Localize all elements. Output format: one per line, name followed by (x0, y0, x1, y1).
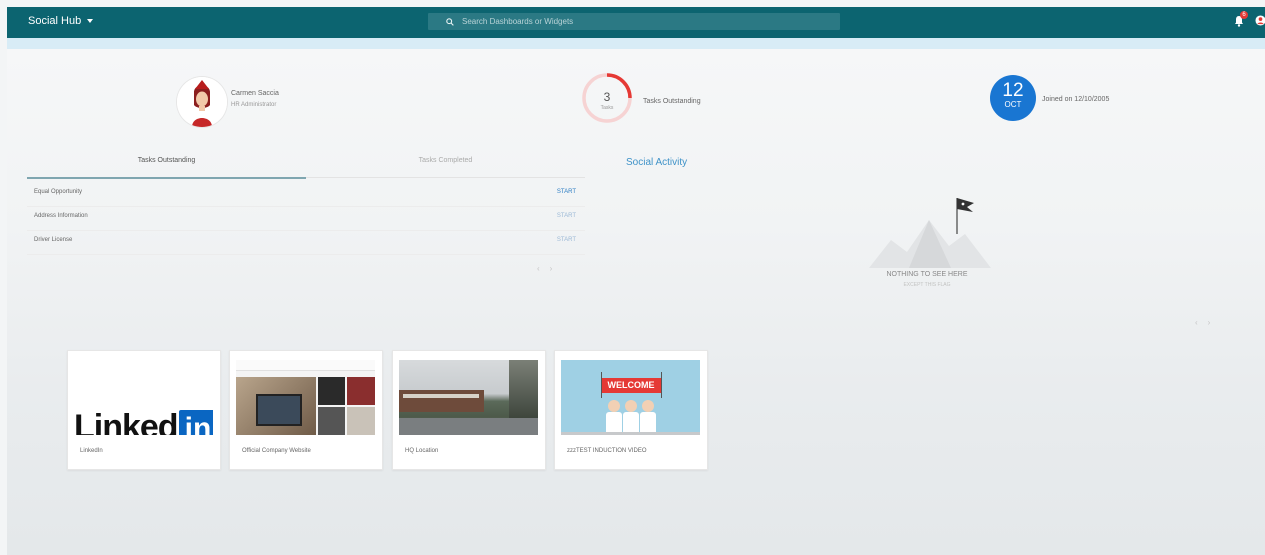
tasks-outstanding-label: Tasks Outstanding (643, 98, 701, 105)
hq-location-card[interactable]: HQ Location (392, 350, 546, 470)
app-title: Social Hub (28, 15, 82, 27)
task-name: Driver License (34, 237, 73, 243)
app-switcher[interactable]: Social Hub (28, 15, 94, 27)
linkedin-card[interactable]: Linked in LinkedIn (67, 350, 221, 470)
profile-role: HR Administrator (231, 102, 277, 108)
search-input[interactable] (460, 16, 824, 27)
user-menu-icon[interactable] (1255, 15, 1265, 26)
profile-name: Carmen Saccia (231, 90, 279, 97)
linkedin-logo-text: Linked (74, 408, 179, 435)
flag-mountain-illustration (869, 198, 991, 268)
empty-state-subtitle: EXCEPT THIS FLAG (903, 282, 951, 288)
website-thumbnail (236, 360, 375, 435)
social-pager: ‹› (1195, 318, 1220, 327)
card-label: LinkedIn (80, 448, 103, 454)
chevron-left-icon[interactable]: ‹ (1195, 318, 1208, 327)
task-pager: ‹› (537, 264, 562, 273)
induction-thumbnail: WELCOME (561, 360, 700, 435)
tab-tasks-completed[interactable]: Tasks Completed (306, 157, 585, 164)
chevron-right-icon[interactable]: › (1208, 318, 1221, 327)
join-month: OCT (1004, 100, 1022, 109)
empty-state-title: NOTHING TO SEE HERE (886, 271, 968, 278)
start-task-button[interactable]: START (557, 213, 576, 219)
task-row: Driver License START (27, 230, 585, 255)
join-date-badge: 12 OCT (990, 75, 1036, 121)
joined-text: Joined on 12/10/2005 (1042, 96, 1110, 103)
task-row: Address Information START (27, 206, 585, 231)
start-task-button[interactable]: START (557, 189, 576, 195)
task-name: Equal Opportunity (34, 189, 83, 195)
tab-tasks-outstanding[interactable]: Tasks Outstanding (27, 157, 306, 164)
task-tabs: Tasks Outstanding Tasks Completed (27, 151, 585, 179)
task-row: Equal Opportunity START (27, 182, 585, 207)
chevron-right-icon[interactable]: › (550, 264, 563, 273)
avatar (177, 77, 227, 127)
search-bar[interactable] (428, 13, 840, 30)
start-task-button[interactable]: START (557, 237, 576, 243)
task-name: Address Information (34, 213, 88, 219)
top-bar: Social Hub 6 (7, 7, 1265, 38)
card-label: zzzTEST INDUCTION VIDEO (567, 448, 647, 454)
app-frame: Social Hub 6 (7, 7, 1265, 555)
linkedin-in-logo: in (179, 410, 213, 435)
induction-video-card[interactable]: WELCOME zzzTEST INDUCTION VIDEO (554, 350, 708, 470)
card-label: HQ Location (405, 448, 439, 454)
social-activity-title: Social Activity (626, 157, 688, 168)
active-tab-indicator (27, 177, 306, 179)
chevron-down-icon (87, 19, 94, 23)
join-day: 12 (1002, 80, 1024, 101)
welcome-banner: WELCOME (601, 378, 661, 393)
chevron-left-icon[interactable]: ‹ (537, 264, 550, 273)
tasks-unit: Tasks (600, 105, 614, 111)
linkedin-thumbnail: Linked in (74, 360, 213, 435)
tasks-count: 3 (603, 90, 611, 104)
search-icon (446, 17, 454, 26)
sub-bar (7, 38, 1265, 49)
hq-thumbnail (399, 360, 538, 435)
card-label: Official Company Website (242, 448, 311, 454)
notification-badge: 6 (1240, 11, 1248, 19)
company-website-card[interactable]: Official Company Website (229, 350, 383, 470)
avatar-illustration (177, 77, 227, 127)
